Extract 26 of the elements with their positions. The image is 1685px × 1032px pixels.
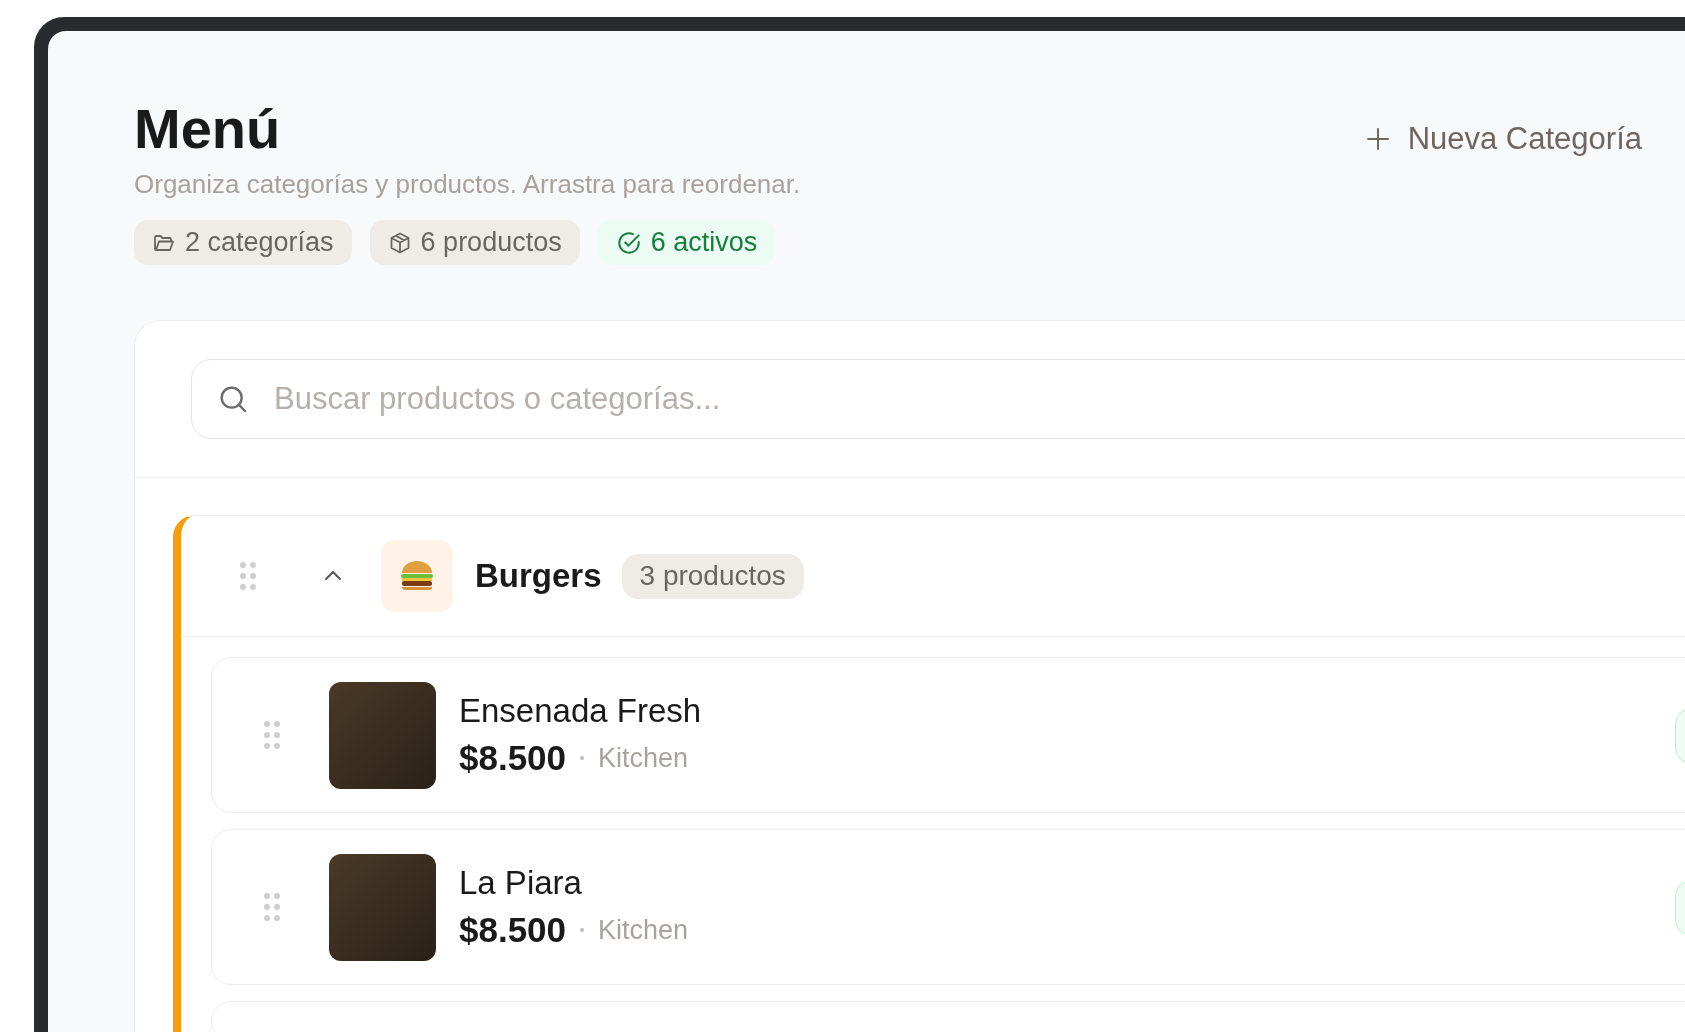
burger-icon — [399, 559, 435, 593]
plus-icon — [1365, 127, 1390, 151]
product-price: $8.500 — [459, 910, 567, 950]
product-name: Ensenada Fresh — [459, 692, 702, 730]
drag-handle-icon[interactable] — [263, 720, 281, 750]
category-name: Burgers — [475, 557, 602, 595]
product-count-badge: 3 productos — [621, 553, 804, 599]
new-category-button[interactable]: Nueva Categoría — [1365, 113, 1642, 165]
product-price: $8.500 — [459, 738, 567, 778]
page-subtitle: Organiza categorías y productos. Arrastra para reordenar. — [134, 168, 801, 200]
product-name: La Piara — [459, 864, 583, 902]
separator-dot — [580, 928, 585, 932]
stat-label: 6 activos — [650, 227, 758, 258]
check-circle-icon — [615, 229, 642, 256]
stat-label: 6 productos — [420, 227, 562, 258]
product-row[interactable]: Ensenada Fresh $8.500 Kitchen — [211, 657, 1685, 813]
search-icon — [217, 383, 249, 415]
stat-label: 2 categorías — [185, 227, 334, 258]
drag-handle-icon[interactable] — [239, 561, 257, 591]
separator-dot — [580, 756, 585, 760]
product-row[interactable]: La Piara $8.500 Kitchen — [211, 829, 1685, 985]
product-station: Kitchen — [598, 742, 689, 774]
page-title: Menú — [134, 98, 282, 160]
product-station: Kitchen — [598, 914, 689, 946]
drag-handle-icon[interactable] — [263, 892, 281, 922]
search-field[interactable]: Buscar productos o categorías... — [191, 359, 1685, 439]
